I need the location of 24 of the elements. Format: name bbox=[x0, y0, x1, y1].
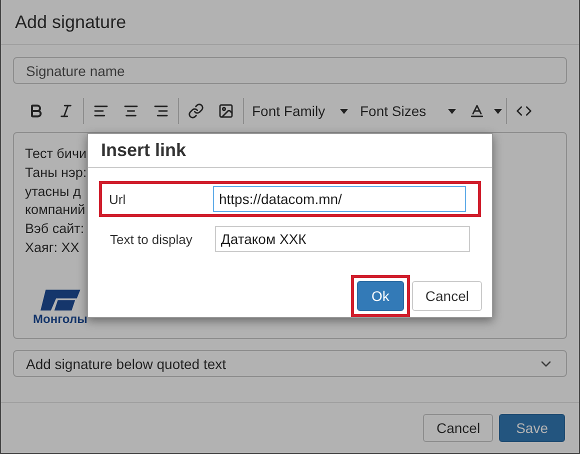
caret-icon bbox=[494, 108, 502, 114]
cancel-button[interactable]: Cancel bbox=[412, 281, 482, 311]
input-field[interactable]: https://datacom.mn/ bbox=[212, 186, 466, 212]
input-field[interactable]: Датаком ХХК bbox=[214, 226, 470, 252]
signature-line: Хаяг: XX bbox=[25, 238, 80, 257]
ok-button[interactable]: Ok bbox=[356, 281, 404, 311]
window-title: Add signature bbox=[15, 12, 126, 32]
caret-icon bbox=[340, 108, 348, 114]
cancel-button[interactable]: Cancel bbox=[423, 414, 494, 442]
font-family-dropdown[interactable]: Font Family bbox=[248, 103, 352, 119]
caret-icon bbox=[448, 108, 456, 114]
signature-line: Тест бичи bbox=[25, 145, 87, 163]
field-label: Text to display bbox=[110, 232, 194, 246]
signature-line: утасны д bbox=[25, 182, 81, 201]
field-label: Url bbox=[109, 192, 127, 206]
signature-line: Вэб сайт: bbox=[25, 220, 84, 238]
font-size-dropdown[interactable]: Font Sizes bbox=[356, 103, 460, 119]
signature-name-field[interactable]: Signature name bbox=[13, 57, 567, 84]
placement-dropdown[interactable]: Add signature below quoted text bbox=[13, 350, 567, 377]
signature-line: компаний bbox=[25, 201, 86, 220]
save-button[interactable]: Save bbox=[499, 414, 565, 442]
signature-line: Таны нэр: bbox=[25, 164, 87, 182]
logo-caption: Монголы bbox=[33, 312, 88, 326]
dialog-title: Insert link bbox=[101, 140, 186, 161]
